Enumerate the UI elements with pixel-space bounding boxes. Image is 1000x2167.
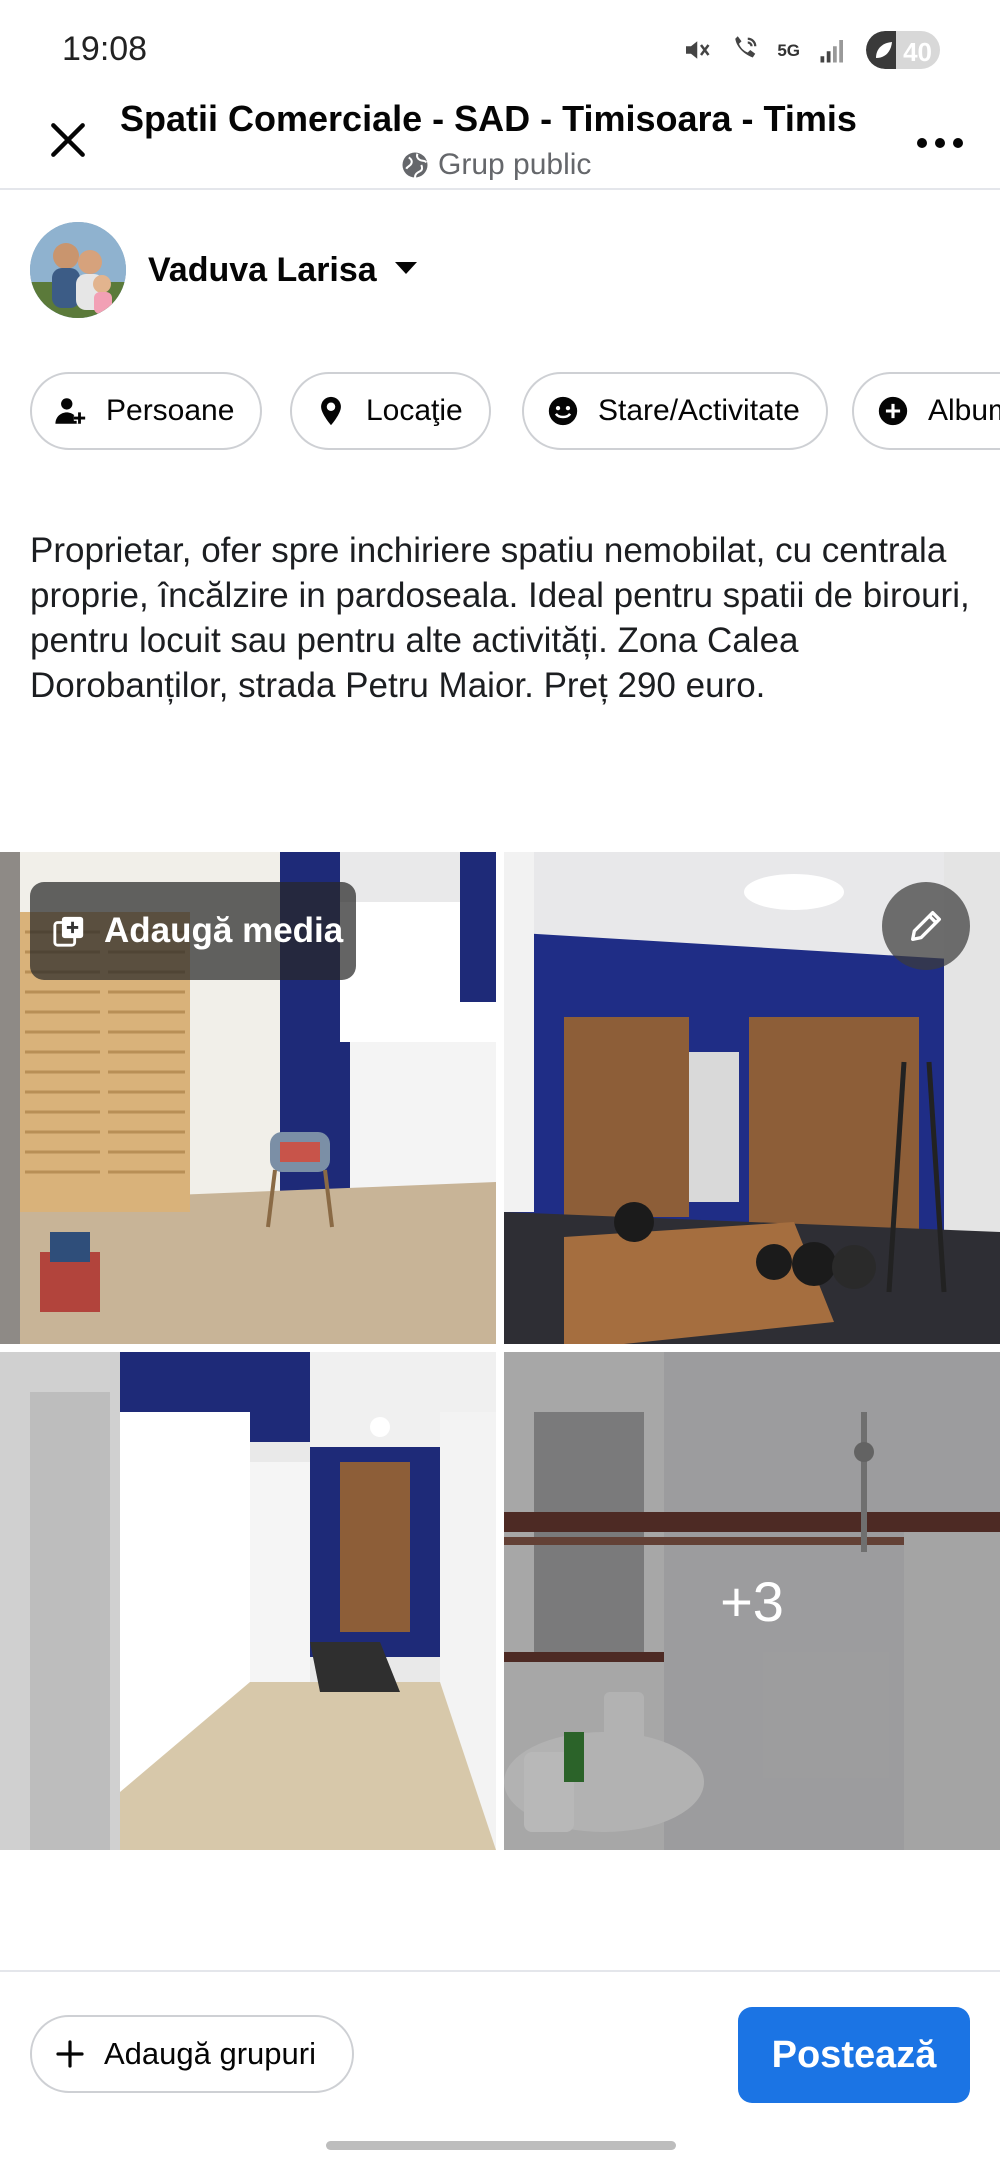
wifi-call-icon xyxy=(729,35,759,65)
network-type: 5G xyxy=(777,40,800,60)
more-dots-icon xyxy=(917,138,963,148)
smiley-icon xyxy=(546,394,580,428)
composer-header: Spatii Comerciale - SAD - Timisoara - Ti… xyxy=(0,88,1000,190)
photo-room-closet[interactable]: Adaugă media xyxy=(0,852,496,1344)
home-indicator[interactable] xyxy=(326,2141,676,2150)
bottom-bar: Adaugă grupuri Postează xyxy=(0,1970,1000,2103)
chip-people[interactable]: Persoane xyxy=(30,372,263,450)
group-privacy-label: Grup public xyxy=(438,148,592,181)
signal-icon xyxy=(818,35,848,65)
add-media-label: Adaugă media xyxy=(104,911,344,950)
add-media-icon xyxy=(53,916,84,947)
pencil-icon xyxy=(911,911,941,941)
post-text-input[interactable]: Proprietar, ofer spre inchiriere spatiu … xyxy=(30,528,970,708)
avatar xyxy=(30,222,126,318)
photo-gym-room[interactable] xyxy=(504,852,1000,1344)
plus-circle-icon xyxy=(876,394,910,428)
chip-label: Persoane xyxy=(106,394,235,427)
chip-label: Stare/Activitate xyxy=(598,394,800,427)
photo-image xyxy=(0,1352,496,1850)
edit-media-button[interactable] xyxy=(882,882,970,970)
chip-label: Locaţie xyxy=(366,394,463,427)
media-grid: Adaugă media +3 xyxy=(0,852,1000,1850)
chip-feeling-activity[interactable]: Stare/Activitate xyxy=(522,372,828,450)
author-row[interactable]: Vaduva Larisa xyxy=(30,220,419,320)
close-button[interactable] xyxy=(40,112,96,168)
globe-icon xyxy=(402,152,428,178)
more-options-button[interactable] xyxy=(910,118,970,168)
photo-hallway[interactable] xyxy=(0,1352,496,1850)
status-icons: 5G 40 xyxy=(681,30,940,70)
add-media-button[interactable]: Adaugă media xyxy=(30,882,356,980)
group-title: Spatii Comerciale - SAD - Timisoara - Ti… xyxy=(120,98,857,139)
more-photos-count: +3 xyxy=(720,1569,784,1633)
location-pin-icon xyxy=(314,394,348,428)
group-privacy: Grup public xyxy=(400,148,591,182)
status-bar: 19:08 5G 40 xyxy=(0,0,1000,100)
person-add-icon xyxy=(54,394,88,428)
author-name: Vaduva Larisa xyxy=(148,250,377,289)
chip-album[interactable]: Album xyxy=(852,372,1000,450)
close-icon xyxy=(51,123,85,157)
attachment-chips: Persoane Locaţie Stare/Activitate Album xyxy=(30,372,1000,452)
more-photos-overlay[interactable]: +3 xyxy=(504,1352,1000,1850)
add-groups-label: Adaugă grupuri xyxy=(104,2036,316,2071)
battery-indicator: 40 xyxy=(866,31,940,69)
battery-saver-icon xyxy=(872,38,896,62)
mute-icon xyxy=(681,35,711,65)
caret-down-icon[interactable] xyxy=(393,260,419,281)
status-time: 19:08 xyxy=(62,30,148,68)
chip-location[interactable]: Locaţie xyxy=(290,372,491,450)
post-button[interactable]: Postează xyxy=(738,2007,970,2103)
plus-icon xyxy=(56,2040,84,2068)
chip-label: Album xyxy=(928,394,1000,427)
photo-bathroom[interactable]: +3 xyxy=(504,1352,1000,1850)
battery-percent: 40 xyxy=(903,37,932,67)
add-groups-button[interactable]: Adaugă grupuri xyxy=(30,2015,354,2093)
